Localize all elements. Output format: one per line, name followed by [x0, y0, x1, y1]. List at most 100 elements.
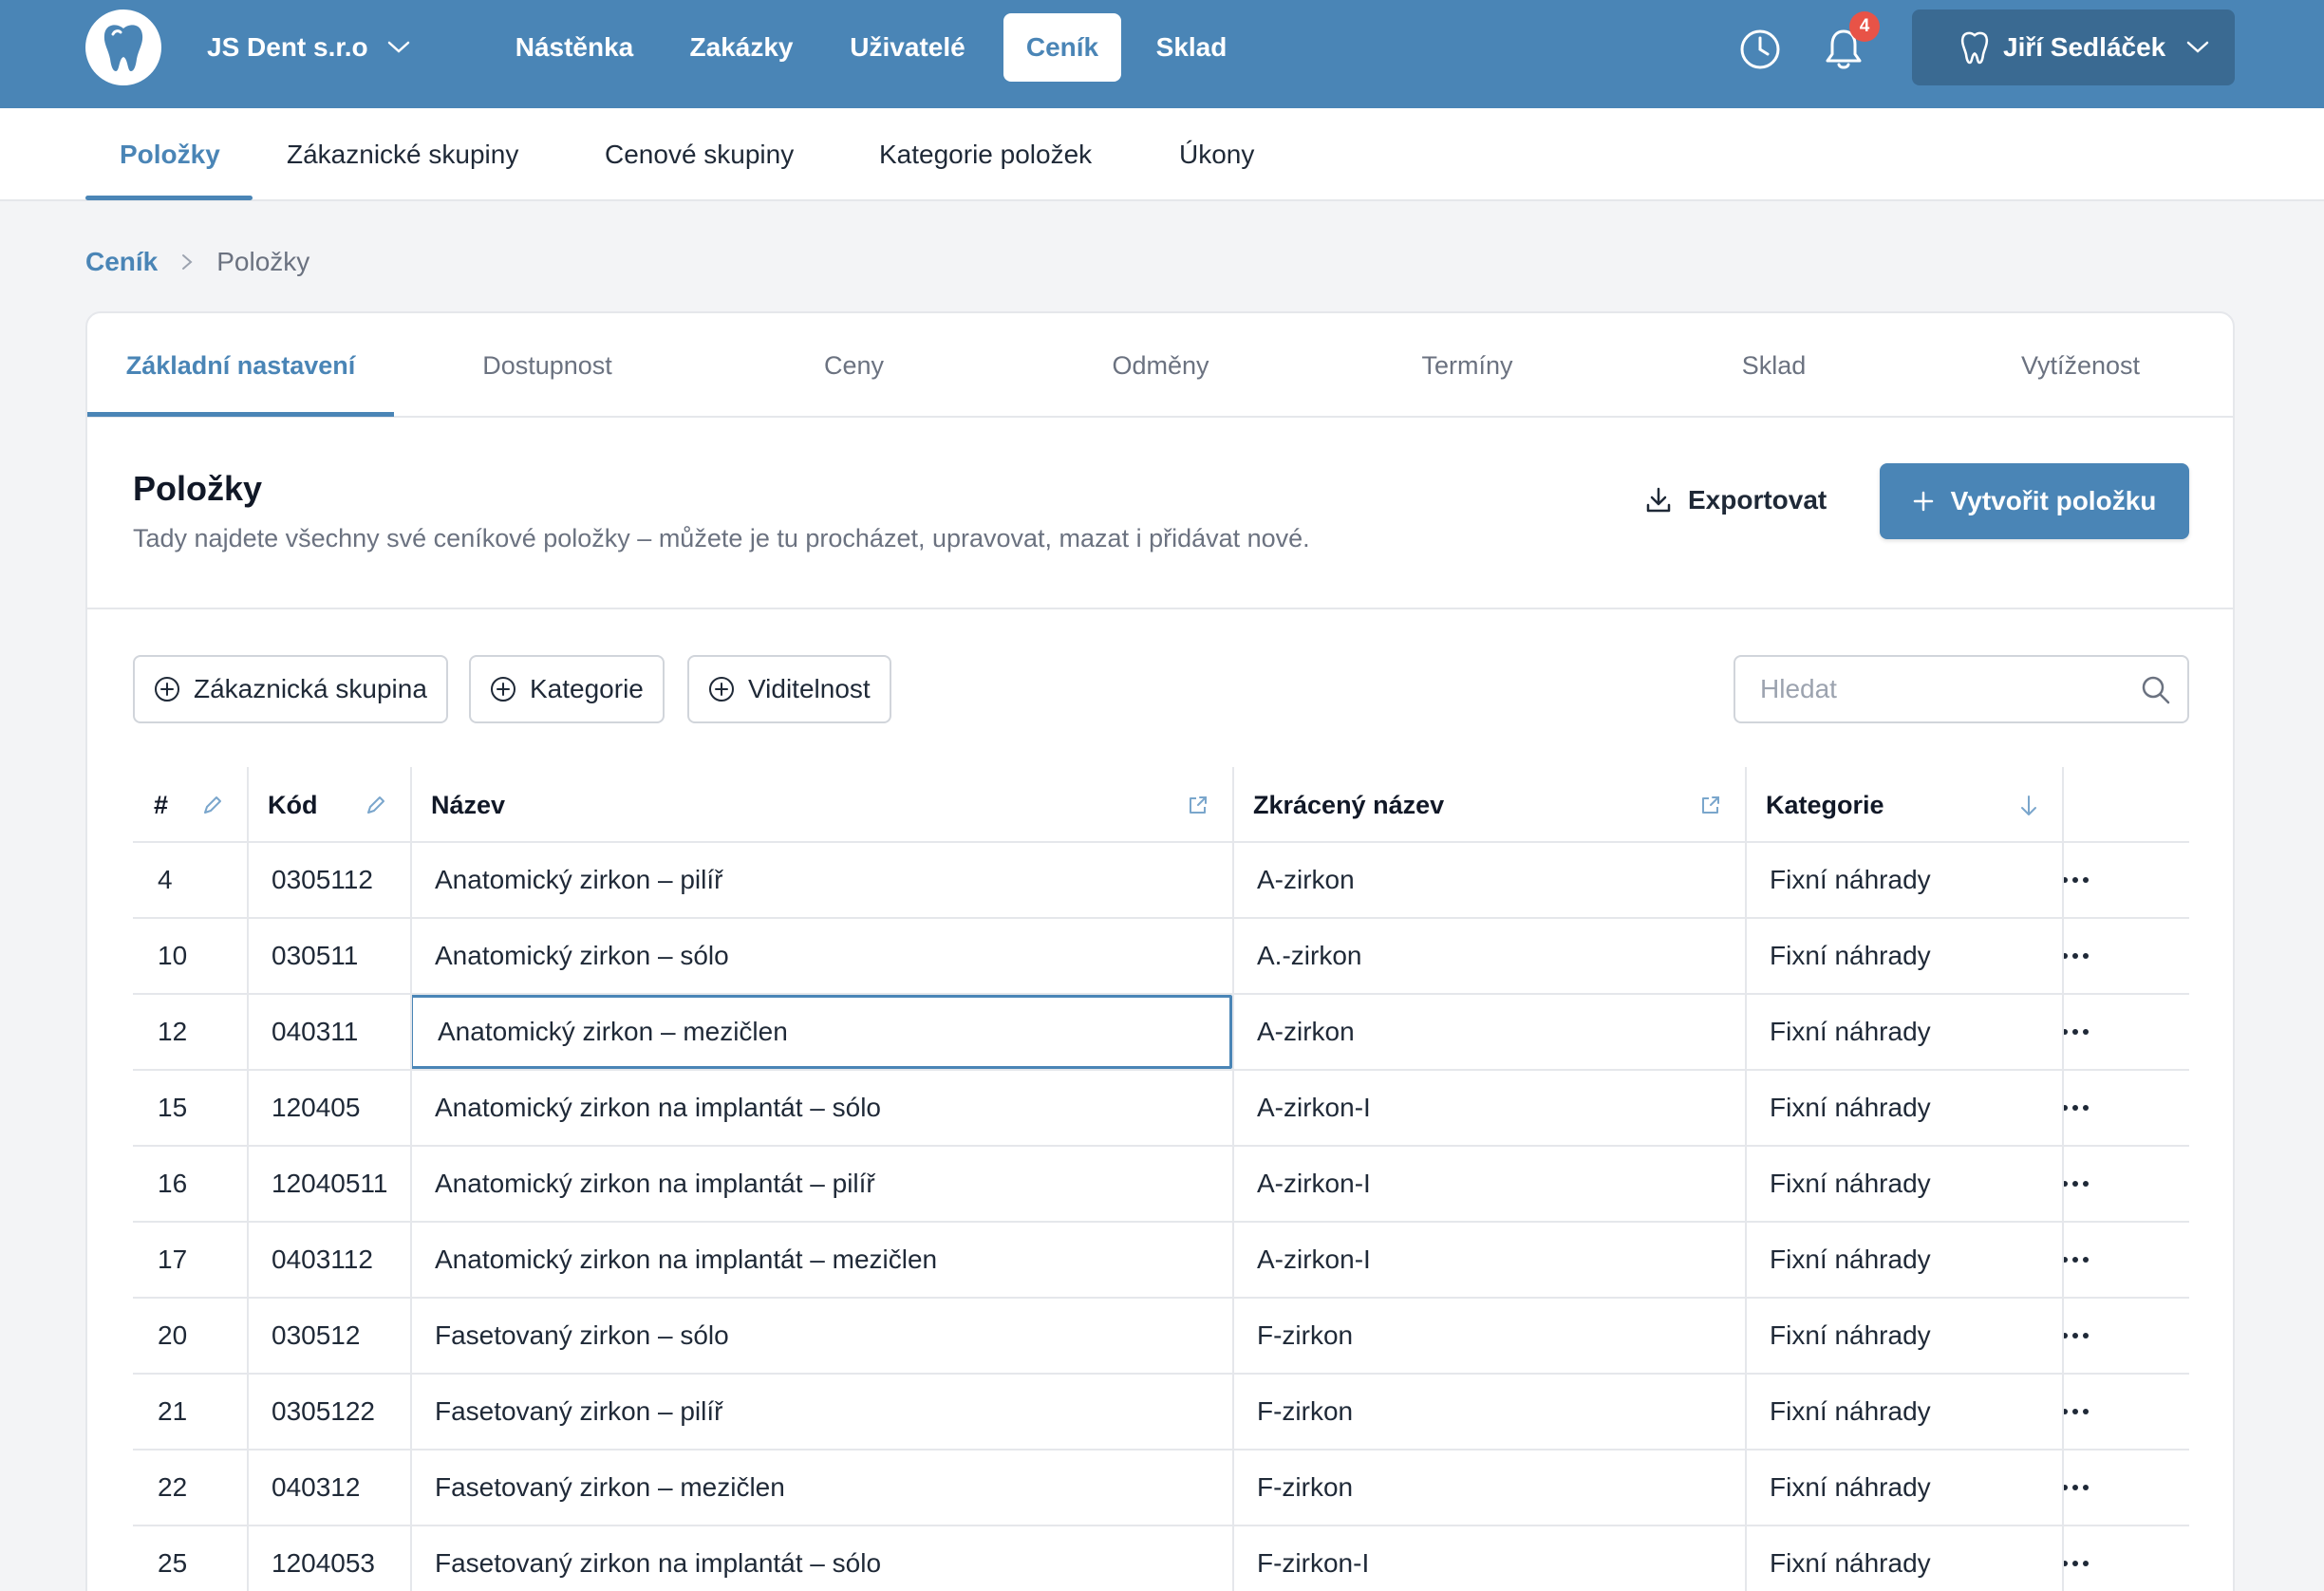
items-card: Základní nastavení Dostupnost Ceny Odměn…: [85, 311, 2235, 1591]
column-header-id[interactable]: #: [133, 767, 247, 843]
row-actions-button[interactable]: [2051, 1318, 2100, 1354]
column-header-short-name[interactable]: Zkrácený název: [1232, 767, 1745, 843]
row-actions-button[interactable]: [2051, 938, 2100, 974]
filter-customer-group-button[interactable]: Zákaznická skupina: [133, 655, 448, 723]
create-item-button[interactable]: Vytvořit položku: [1880, 463, 2189, 539]
table-row[interactable]: 17 0403112 Anatomický zirkon na implantát …: [133, 1223, 2189, 1299]
row-actions-button[interactable]: [2051, 1469, 2100, 1506]
cell-category: Fixní náhrady: [1770, 1245, 1931, 1274]
column-header-name[interactable]: Název: [410, 767, 1232, 843]
cell-category: Fixní náhrady: [1770, 1472, 1931, 1502]
cell-name[interactable]: Anatomický zirkon – pilíř: [410, 843, 1232, 917]
cell-code: 040311: [272, 1017, 359, 1046]
cell-name[interactable]: Anatomický zirkon na implantát – mezičle…: [410, 1223, 1232, 1297]
tab-vytizenost[interactable]: Vytíženost: [1927, 313, 2233, 418]
column-header-category[interactable]: Kategorie: [1745, 767, 2062, 843]
cell-name[interactable]: Anatomický zirkon – mezičlen: [410, 995, 1232, 1069]
row-actions-button[interactable]: [2051, 862, 2100, 898]
nav-item-sklad[interactable]: Sklad: [1139, 13, 1244, 82]
subnav-item-zakaznicke-skupiny[interactable]: Zákaznické skupiny: [287, 108, 518, 201]
nav-item-zakazky[interactable]: Zakázky: [668, 13, 815, 82]
sort-arrow-down-icon[interactable]: [2018, 794, 2039, 818]
table-row[interactable]: 25 1204053 Fasetovaný zirkon na implantát …: [133, 1526, 2189, 1591]
table-row[interactable]: 21 0305122 Fasetovaný zirkon – pilíř F-zirk…: [133, 1375, 2189, 1451]
tab-ceny[interactable]: Ceny: [701, 313, 1007, 418]
cell-id: 22: [158, 1472, 188, 1502]
cell-name[interactable]: Fasetovaný zirkon – sólo: [410, 1299, 1232, 1373]
cell-name[interactable]: Anatomický zirkon na implantát – sólo: [410, 1071, 1232, 1145]
search-input[interactable]: [1735, 657, 2115, 721]
subnav-item-kategorie-polozek[interactable]: Kategorie položek: [879, 108, 1092, 201]
company-switcher[interactable]: JS Dent s.r.o: [207, 28, 410, 66]
sub-nav: Položky Zákaznické skupiny Cenové skupin…: [0, 108, 2324, 201]
table-row[interactable]: 10 030511 Anatomický zirkon – sólo A.-zirko…: [133, 919, 2189, 995]
more-horizontal-icon: [2062, 1257, 2089, 1263]
cell-short-name: A-zirkon-I: [1257, 1169, 1371, 1198]
subnav-item-cenove-skupiny[interactable]: Cenové skupiny: [605, 108, 794, 201]
cell-name[interactable]: Anatomický zirkon – sólo: [410, 919, 1232, 993]
table-row[interactable]: 12 040311 Anatomický zirkon – mezičlen A-zi…: [133, 995, 2189, 1071]
row-actions-button[interactable]: [2051, 1242, 2100, 1278]
row-actions-button[interactable]: [2051, 1545, 2100, 1582]
user-menu-button[interactable]: Jiří Sedláček: [1912, 9, 2235, 85]
tab-odmeny[interactable]: Odměny: [1007, 313, 1314, 418]
more-horizontal-icon: [2062, 1029, 2089, 1035]
table-row[interactable]: 20 030512 Fasetovaný zirkon – sólo F-zirkon…: [133, 1299, 2189, 1375]
external-edit-icon[interactable]: [1187, 794, 1209, 816]
cell-name[interactable]: Anatomický zirkon na implantát – pilíř: [410, 1147, 1232, 1221]
breadcrumb-current: Položky: [216, 247, 310, 276]
nav-item-uzivatele[interactable]: Uživatelé: [832, 13, 984, 82]
subnav-item-polozky[interactable]: Položky: [120, 108, 220, 201]
history-button[interactable]: [1734, 23, 1787, 76]
filter-visibility-button[interactable]: Viditelnost: [687, 655, 891, 723]
cell-code: 120405: [272, 1093, 361, 1122]
cell-short-name: F-zirkon: [1257, 1472, 1354, 1502]
column-divider: [1232, 767, 1234, 1591]
cell-category: Fixní náhrady: [1770, 1017, 1931, 1046]
breadcrumb-link-cenik[interactable]: Ceník: [85, 247, 158, 277]
pencil-icon[interactable]: [201, 794, 224, 816]
row-actions-button[interactable]: [2051, 1166, 2100, 1202]
table-row[interactable]: 22 040312 Fasetovaný zirkon – mezičlen F-zi…: [133, 1451, 2189, 1526]
row-actions-button[interactable]: [2051, 1014, 2100, 1050]
table-row[interactable]: 16 12040511 Anatomický zirkon na implantát…: [133, 1147, 2189, 1223]
pencil-icon[interactable]: [365, 794, 387, 816]
export-button[interactable]: Exportovat: [1644, 471, 1827, 530]
cell-category: Fixní náhrady: [1770, 1169, 1931, 1198]
user-name: Jiří Sedláček: [2003, 32, 2166, 62]
cell-name[interactable]: Fasetovaný zirkon – pilíř: [410, 1375, 1232, 1449]
cell-id: 21: [158, 1396, 188, 1426]
table-row[interactable]: 15 120405 Anatomický zirkon na implantát –…: [133, 1071, 2189, 1147]
tooth-logo-icon[interactable]: [85, 9, 161, 85]
nav-item-nastenka[interactable]: Nástěnka: [499, 13, 649, 82]
search-icon[interactable]: [2140, 674, 2172, 706]
row-actions-button[interactable]: [2051, 1090, 2100, 1126]
company-name: JS Dent s.r.o: [207, 32, 368, 62]
cell-id: 10: [158, 941, 188, 970]
cell-id: 20: [158, 1320, 188, 1350]
cell-short-name: A-zirkon: [1257, 865, 1355, 894]
table-row[interactable]: 4 0305112 Anatomický zirkon – pilíř A-zirko…: [133, 843, 2189, 919]
clock-icon: [1740, 29, 1780, 69]
subnav-item-ukony[interactable]: Úkony: [1179, 108, 1254, 201]
section-title: Položky: [133, 469, 263, 508]
cell-name[interactable]: Fasetovaný zirkon – mezičlen: [410, 1451, 1232, 1525]
nav-item-cenik[interactable]: Ceník: [1003, 13, 1121, 82]
external-edit-icon[interactable]: [1699, 794, 1722, 816]
column-header-code[interactable]: Kód: [247, 767, 410, 843]
tab-zakladni-nastaveni[interactable]: Základní nastavení: [87, 313, 394, 418]
tab-dostupnost[interactable]: Dostupnost: [394, 313, 701, 418]
cell-code: 030511: [272, 941, 359, 970]
tab-terminy[interactable]: Termíny: [1314, 313, 1621, 418]
filter-category-button[interactable]: Kategorie: [469, 655, 665, 723]
chevron-down-icon: [2186, 41, 2209, 53]
tab-active-indicator: [87, 412, 394, 417]
cell-name[interactable]: Fasetovaný zirkon na implantát – sólo: [410, 1526, 1232, 1591]
cell-id: 15: [158, 1093, 188, 1122]
section-description: Tady najdete všechny své ceníkové položk…: [133, 524, 1310, 552]
row-actions-button[interactable]: [2051, 1394, 2100, 1430]
items-table: # Kód Název Zkrácený název Kategorie 4 03…: [133, 767, 2189, 1591]
cell-category: Fixní náhrady: [1770, 941, 1931, 970]
chevron-down-icon: [387, 41, 409, 53]
tab-sklad[interactable]: Sklad: [1621, 313, 1927, 418]
